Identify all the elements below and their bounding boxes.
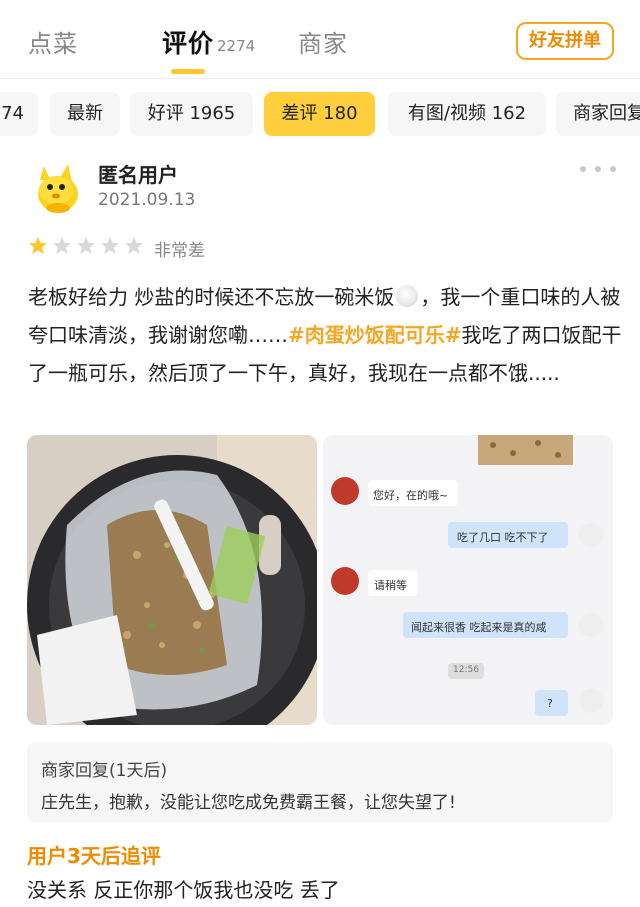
reviewer-name: 匿名用户: [98, 163, 178, 187]
filter-chip-all[interactable]: 74: [0, 92, 38, 136]
merchant-reply-title: 商家回复(1天后): [41, 761, 168, 781]
rice-bowl-icon: [396, 285, 419, 307]
group-order-button[interactable]: 好友拼单: [516, 22, 614, 60]
star-empty-icon: [125, 237, 143, 254]
review-filter-bar: 74 最新 好评 1965 差评 180 有图/视频 162 商家回复: [0, 92, 640, 138]
hashtag-link[interactable]: #肉蛋炒饭配可乐#: [288, 323, 462, 347]
filter-chip-positive[interactable]: 好评 1965: [130, 92, 253, 136]
active-tab-indicator: [171, 69, 205, 74]
star-empty-icon: [77, 237, 95, 254]
chat-bubble: 请稍等: [374, 579, 407, 592]
star-empty-icon: [101, 237, 119, 254]
filter-chip-with-media[interactable]: 有图/视频 162: [388, 92, 546, 136]
followup-review-text: 没关系 反正你那个饭我也没吃 丢了: [27, 878, 340, 902]
tab-reviews-count: 2274: [217, 37, 256, 55]
star-filled-icon: [29, 237, 47, 254]
more-options-icon[interactable]: [580, 160, 616, 178]
tab-reviews[interactable]: 评价: [162, 24, 214, 60]
chat-bubble: 您好，在的哦~: [373, 489, 449, 502]
review-date: 2021.09.13: [98, 190, 196, 210]
filter-chip-latest[interactable]: 最新: [50, 92, 120, 136]
filter-chip-merchant-reply[interactable]: 商家回复: [556, 92, 640, 136]
review-text: 老板好给力 炒盐的时候还不忘放一碗米饭 ，我一个重口味的人被夸口味清淡，我谢谢您嘞…: [28, 278, 628, 392]
star-empty-icon: [53, 237, 71, 254]
review-photo-trash-bin[interactable]: [27, 435, 317, 725]
chat-timestamp: 12:56: [453, 665, 479, 675]
chat-bubble: 闻起来很香 吃起来是真的咸: [411, 621, 547, 634]
chat-bubble: ?: [547, 697, 553, 710]
yellow-kangaroo-avatar-icon[interactable]: [28, 156, 84, 214]
followup-review-title: 用户3天后追评: [27, 844, 161, 868]
review-photo-chat-screenshot[interactable]: 您好，在的哦~ 吃了几口 吃不下了 请稍等 闻起来很香 吃起来是真的咸 12:5…: [323, 435, 613, 725]
chat-bubble: 吃了几口 吃不下了: [457, 531, 549, 544]
tab-dishes[interactable]: 点菜: [28, 24, 78, 59]
rating-label: 非常差: [154, 241, 205, 261]
tab-merchant[interactable]: 商家: [298, 24, 348, 59]
review-text-part: 老板好给力 炒盐的时候还不忘放一碗米饭: [28, 285, 395, 309]
merchant-reply-text: 庄先生，抱歉，没能让您吃成免费霸王餐，让您失望了!: [41, 793, 456, 813]
filter-chip-negative[interactable]: 差评 180: [264, 92, 375, 136]
merchant-reply-box: 商家回复(1天后) 庄先生，抱歉，没能让您吃成免费霸王餐，让您失望了!: [27, 742, 613, 822]
header-divider: [0, 78, 640, 79]
top-tab-bar: 点菜 评价 2274 商家 好友拼单: [0, 0, 640, 78]
